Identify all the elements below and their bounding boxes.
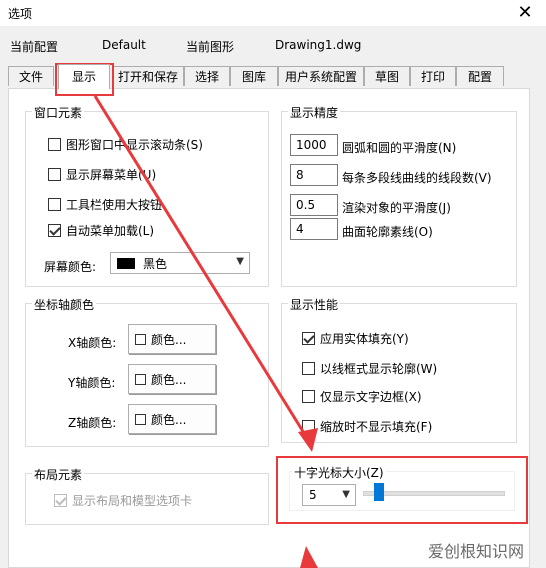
display-precision-title: 显示精度 [288,104,341,121]
tab-profiles[interactable]: 配置 [456,66,504,86]
screen-color-label: 屏幕颜色: [44,260,97,274]
tab-open-save[interactable]: 打开和保存 [112,66,184,86]
x-axis-color-label: X轴颜色: [68,336,117,350]
wireframe-outline-checkbox[interactable]: 以线框式显示轮廓(W) [302,360,437,376]
tab-library[interactable]: 图库 [230,66,278,86]
y-axis-color-button[interactable]: 颜色... [128,364,216,394]
current-drawing-value: Drawing1.dwg [275,38,362,52]
checkbox-box[interactable] [302,361,315,375]
display-performance-title: 显示性能 [288,296,341,313]
checkbox-box[interactable] [48,167,61,181]
polyline-segments-label: 每条多段线曲线的线段数(V) [342,171,492,185]
window-elements-group: 窗口元素 图形窗口中显示滚动条(S) 显示屏幕菜单(U) 工具栏使用大按钮 自动… [25,104,269,287]
current-profile-value: Default [102,38,146,52]
color-swatch [117,257,135,269]
screen-color-select[interactable]: 黑色 ▼ [110,252,250,274]
show-screen-menu-checkbox[interactable]: 显示屏幕菜单(U) [48,166,156,182]
show-layout-tabs-checkbox[interactable]: 显示布局和模型选项卡 [54,492,192,508]
checkbox-box[interactable] [48,197,61,211]
no-fill-on-zoom-checkbox[interactable]: 缩放时不显示填充(F) [302,418,432,434]
window-title: 选项 [8,7,33,21]
tab-selection[interactable]: 选择 [184,66,230,86]
layout-elements-group: 布局元素 显示布局和模型选项卡 [25,466,269,525]
large-toolbar-buttons-checkbox[interactable]: 工具栏使用大按钮 [48,196,162,212]
checkbox-box[interactable] [302,419,315,433]
show-scrollbars-checkbox[interactable]: 图形窗口中显示滚动条(S) [48,136,203,152]
checkbox-box[interactable] [48,137,61,151]
annotation-highlight-crosshair [276,456,528,524]
z-axis-color-button[interactable]: 颜色... [128,404,216,434]
render-smoothness-input[interactable]: 0.5 [290,194,338,216]
contour-lines-label: 曲面轮廓素线(O) [342,225,433,239]
color-square-icon [135,413,146,425]
tab-files[interactable]: 文件 [8,66,54,86]
title-bar: 选项 ✕ [0,0,546,26]
tab-display[interactable]: 显示 [58,64,110,89]
checkbox-box[interactable] [48,223,61,237]
color-square-icon [135,373,146,385]
apply-solid-fill-checkbox[interactable]: 应用实体填充(Y) [302,330,409,346]
watermark: 爱创根知识网 [427,542,524,561]
arc-smoothness-label: 圆弧和圆的平滑度(N) [342,141,457,155]
display-performance-group: 显示性能 应用实体填充(Y) 以线框式显示轮廓(W) 仅显示文字边框(X) 缩放… [281,296,517,443]
layout-elements-title: 布局元素 [32,466,85,483]
tab-plot[interactable]: 打印 [410,66,456,86]
chevron-down-icon: ▼ [236,256,244,267]
current-profile-label: 当前配置 [10,40,59,54]
auto-menu-load-checkbox[interactable]: 自动菜单加载(L) [48,222,154,238]
window-elements-title: 窗口元素 [32,104,85,121]
polyline-segments-input[interactable]: 8 [290,164,338,186]
current-drawing-label: 当前图形 [186,40,235,54]
display-precision-group: 显示精度 1000 圆弧和圆的平滑度(N) 8 每条多段线曲线的线段数(V) 0… [281,104,517,287]
color-square-icon [135,333,146,345]
contour-lines-input[interactable]: 4 [290,218,338,240]
close-icon[interactable]: ✕ [512,0,538,26]
z-axis-color-label: Z轴颜色: [68,416,117,430]
checkbox-box[interactable] [54,493,67,507]
axis-colors-title: 坐标轴颜色 [32,296,97,313]
tab-user-preferences[interactable]: 用户系统配置 [278,66,364,86]
tab-drafting[interactable]: 草图 [364,66,410,86]
render-smoothness-label: 渲染对象的平滑度(J) [342,201,451,215]
axis-colors-group: 坐标轴颜色 X轴颜色: 颜色... Y轴颜色: 颜色... Z轴颜色: 颜色..… [25,296,269,447]
x-axis-color-button[interactable]: 颜色... [128,324,216,354]
checkbox-box[interactable] [302,389,315,403]
checkbox-box[interactable] [302,331,315,345]
arc-smoothness-input[interactable]: 1000 [290,134,338,156]
y-axis-color-label: Y轴颜色: [68,376,116,390]
text-frame-only-checkbox[interactable]: 仅显示文字边框(X) [302,388,422,404]
